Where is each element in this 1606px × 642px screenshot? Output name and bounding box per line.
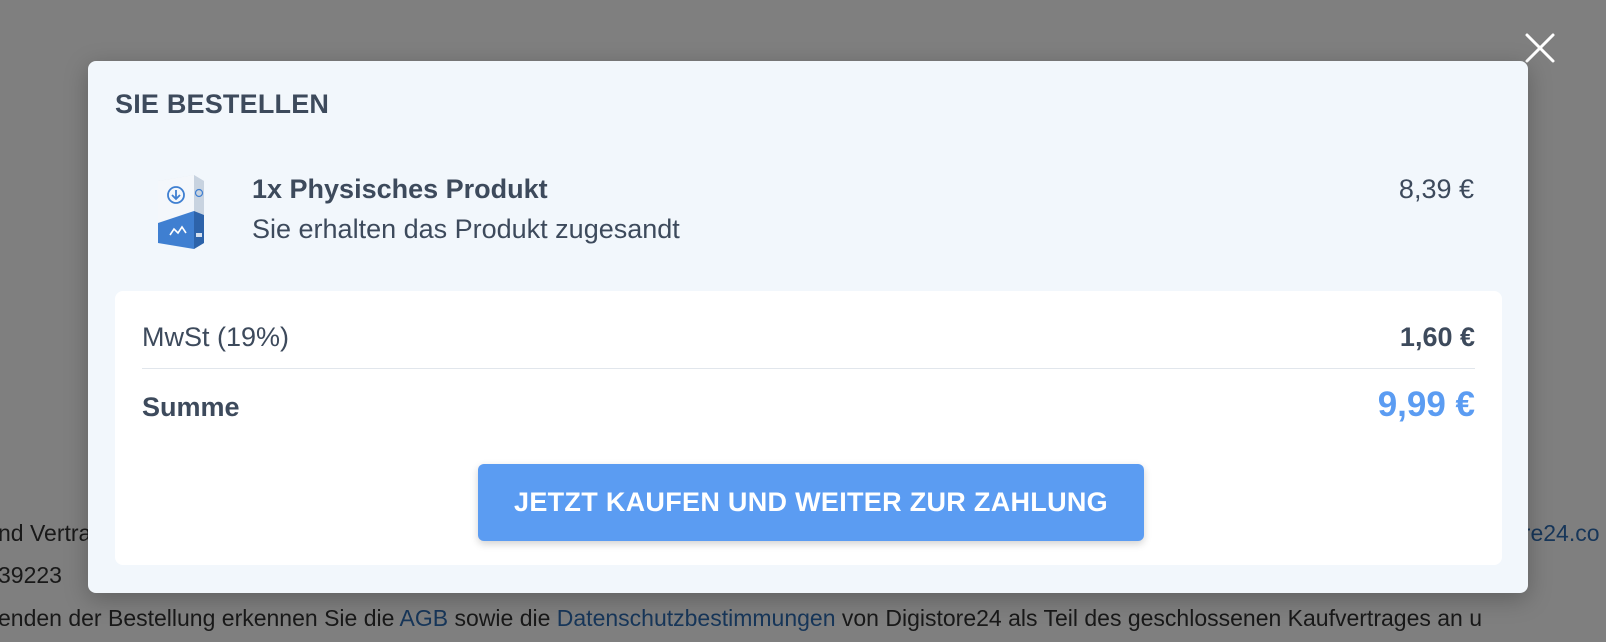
close-icon[interactable] — [1524, 32, 1556, 64]
order-modal: SIE BESTELLEN 1x Physisches Produkt Sie … — [88, 61, 1528, 593]
total-value: 9,99 € — [1377, 385, 1475, 424]
tax-label: MwSt (19%) — [142, 322, 290, 352]
product-name: 1x Physisches Produkt — [252, 174, 548, 204]
divider — [142, 368, 1475, 369]
order-summary: MwSt (19%) 1,60 € Summe 9,99 € JETZT KAU… — [115, 291, 1502, 565]
total-label: Summe — [142, 392, 240, 422]
tax-value: 1,60 € — [1399, 322, 1475, 352]
buy-now-button[interactable]: JETZT KAUFEN UND WEITER ZUR ZAHLUNG — [478, 464, 1144, 541]
product-description: Sie erhalten das Produkt zugesandt — [252, 214, 680, 244]
product-price: 8,39 € — [1398, 174, 1474, 204]
product-box-icon — [150, 171, 206, 251]
modal-title: SIE BESTELLEN — [115, 89, 330, 119]
